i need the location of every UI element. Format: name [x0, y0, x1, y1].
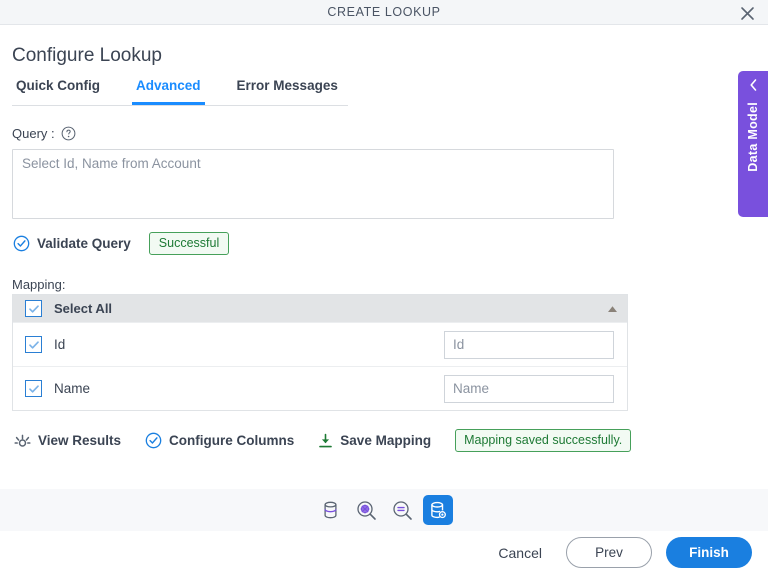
circle-check-icon: [13, 235, 30, 252]
query-input[interactable]: [13, 150, 613, 218]
tab-bar: Quick Config Advanced Error Messages: [12, 78, 348, 106]
dialog-footer: Cancel Prev Finish: [0, 531, 768, 574]
save-mapping-label: Save Mapping: [340, 433, 432, 448]
prev-button[interactable]: Prev: [566, 537, 652, 568]
row-label-id: Id: [54, 337, 66, 352]
cancel-button[interactable]: Cancel: [488, 539, 552, 567]
preview-results-icon: [14, 432, 31, 449]
configure-columns-label: Configure Columns: [169, 433, 295, 448]
table-row: Name: [13, 366, 627, 410]
close-icon[interactable]: [736, 2, 758, 24]
page-title: Configure Lookup: [12, 45, 162, 66]
save-status-badge: Mapping saved successfully.: [455, 429, 632, 452]
mapping-table: Select All Id Name: [12, 294, 628, 411]
mapping-label: Mapping:: [12, 277, 66, 292]
row-input-name[interactable]: [444, 374, 614, 403]
view-results-label: View Results: [38, 433, 122, 448]
validate-status-badge: Successful: [148, 232, 230, 255]
tab-error-messages[interactable]: Error Messages: [233, 78, 342, 105]
select-all-checkbox[interactable]: [25, 300, 42, 317]
search-gear-icon[interactable]: [351, 495, 381, 525]
select-all-label: Select All: [54, 301, 113, 316]
validate-query-button[interactable]: Validate Query: [37, 236, 131, 251]
finish-button[interactable]: Finish: [666, 537, 752, 568]
query-input-wrapper: [12, 149, 614, 219]
row-checkbox-id[interactable]: [25, 336, 42, 353]
table-row: Id: [13, 322, 627, 366]
configure-columns-button[interactable]: Configure Columns: [145, 432, 294, 449]
query-label: Query :: [12, 126, 55, 141]
view-results-button[interactable]: View Results: [14, 432, 121, 449]
help-circle-icon[interactable]: [61, 126, 76, 141]
row-checkbox-name[interactable]: [25, 380, 42, 397]
database-gear-icon[interactable]: [423, 495, 453, 525]
data-model-panel-toggle[interactable]: Data Model: [738, 71, 768, 217]
search-minus-icon[interactable]: [387, 495, 417, 525]
data-model-panel-label: Data Model: [746, 102, 760, 172]
bottom-toolbar: [0, 489, 768, 531]
row-label-name: Name: [54, 381, 91, 396]
chevron-left-icon: [748, 78, 759, 92]
tab-advanced[interactable]: Advanced: [132, 78, 205, 105]
validate-query-row: Validate Query Successful: [13, 232, 230, 255]
database-icon[interactable]: [315, 495, 345, 525]
query-label-row: Query :: [12, 126, 76, 141]
dialog-titlebar: CREATE LOOKUP: [0, 0, 768, 25]
circle-check-icon: [145, 432, 162, 449]
row-input-id[interactable]: [444, 330, 614, 359]
mapping-select-all-row: Select All: [13, 295, 627, 322]
download-icon: [318, 433, 333, 449]
dialog-title: CREATE LOOKUP: [327, 5, 441, 19]
tab-quick-config[interactable]: Quick Config: [12, 78, 104, 105]
mapping-actions: View Results Configure Columns Save Mapp…: [14, 429, 632, 452]
save-mapping-button[interactable]: Save Mapping: [318, 433, 431, 449]
triangle-up-icon[interactable]: [607, 305, 618, 313]
create-lookup-dialog: CREATE LOOKUP Configure Lookup Quick Con…: [0, 0, 768, 574]
